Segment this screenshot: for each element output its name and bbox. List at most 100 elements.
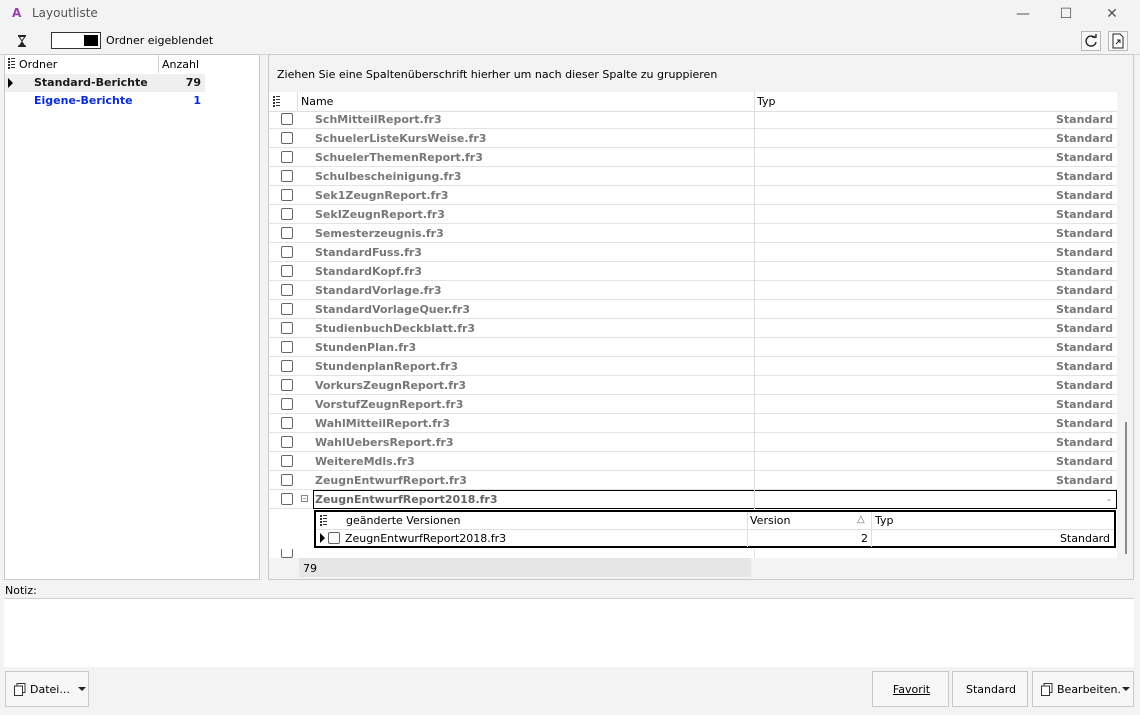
versions-column-header[interactable]: geänderte Versionen — [346, 514, 461, 527]
folder-header: Ordner Anzahl — [5, 55, 205, 73]
row-checkbox[interactable] — [328, 532, 340, 544]
column-chooser-icon[interactable] — [8, 58, 15, 72]
row-checkbox[interactable] — [281, 417, 293, 429]
hourglass-icon — [17, 34, 27, 48]
table-row[interactable]: SekIZeugnReport.fr3 Standard — [269, 205, 1117, 224]
folder-toggle[interactable] — [51, 32, 101, 49]
column-separator — [754, 224, 755, 243]
column-separator — [754, 471, 755, 490]
row-typ: Standard — [1055, 360, 1113, 373]
vertical-scrollbar[interactable] — [1122, 92, 1130, 554]
layout-grid-panel: Ziehen Sie eine Spaltenüberschrift hierh… — [268, 54, 1134, 580]
row-checkbox[interactable] — [281, 151, 293, 163]
row-checkbox[interactable] — [281, 170, 293, 182]
refresh-button[interactable] — [1081, 31, 1101, 51]
table-row[interactable]: WeitereMdls.fr3 Standard — [269, 452, 1117, 471]
row-checkbox[interactable] — [281, 322, 293, 334]
row-checkbox[interactable] — [281, 132, 293, 144]
folder-column-header[interactable]: Ordner — [19, 58, 57, 71]
column-chooser-icon[interactable] — [273, 96, 280, 110]
folder-name: Eigene-Berichte — [34, 94, 133, 107]
row-checkbox[interactable] — [281, 189, 293, 201]
row-name: StandardKopf.fr3 — [315, 265, 423, 278]
row-typ: Standard — [1055, 170, 1113, 183]
column-separator — [754, 243, 755, 262]
table-row[interactable]: WahlMitteilReport.fr3 Standard — [269, 414, 1117, 433]
bearbeiten-button[interactable]: Bearbeiten. — [1032, 671, 1134, 707]
scrollbar-thumb[interactable] — [1125, 422, 1127, 554]
bearbeiten-label: Bearbeiten. — [1057, 683, 1121, 696]
row-name: Semesterzeugnis.fr3 — [315, 227, 444, 240]
row-checkbox[interactable] — [281, 379, 293, 391]
close-button[interactable]: ✕ — [1089, 0, 1135, 28]
row-checkbox[interactable] — [281, 398, 293, 410]
row-typ: Standard — [1055, 379, 1113, 392]
maximize-button[interactable]: ☐ — [1043, 0, 1089, 28]
row-name: WeitereMdls.fr3 — [315, 455, 415, 468]
folder-row-standard[interactable]: Standard-Berichte 79 — [5, 74, 205, 92]
row-name: WahlMitteilReport.fr3 — [315, 417, 451, 430]
table-row[interactable]: StundenplanReport.fr3 Standard — [269, 357, 1117, 376]
row-checkbox[interactable] — [281, 113, 293, 125]
export-button[interactable] — [1108, 31, 1128, 51]
row-checkbox[interactable] — [281, 549, 293, 558]
favorit-button[interactable]: Favorit — [872, 671, 949, 707]
table-row[interactable]: WahlUebersReport.fr3 Standard — [269, 433, 1117, 452]
datei-label: Datei... — [30, 683, 70, 696]
row-checkbox[interactable] — [281, 227, 293, 239]
table-row[interactable]: SchuelerThemenReport.fr3 Standard — [269, 148, 1117, 167]
row-indicator-icon — [320, 533, 325, 543]
collapse-icon[interactable]: – — [301, 495, 308, 503]
table-row[interactable]: Sek1ZeugnReport.fr3 Standard — [269, 186, 1117, 205]
standard-button[interactable]: Standard — [952, 671, 1028, 707]
favorit-label: Favorit — [892, 683, 931, 696]
table-row[interactable]: StandardVorlage.fr3 Standard — [269, 281, 1117, 300]
table-row[interactable]: StandardKopf.fr3 Standard — [269, 262, 1117, 281]
row-checkbox[interactable] — [281, 455, 293, 467]
count-column-header[interactable]: Anzahl — [162, 58, 199, 71]
version-column-header[interactable]: Version — [750, 514, 790, 527]
datei-button[interactable]: Datei... — [5, 671, 89, 707]
table-row-expanded[interactable]: – ZeugnEntwurfReport2018.fr3 - — [269, 490, 1117, 509]
column-chooser-icon[interactable] — [320, 515, 327, 529]
folder-row-eigene[interactable]: Eigene-Berichte 1 — [5, 92, 205, 110]
row-checkbox[interactable] — [281, 265, 293, 277]
notiz-textarea[interactable] — [4, 598, 1134, 667]
row-checkbox[interactable] — [281, 360, 293, 372]
row-checkbox[interactable] — [281, 284, 293, 296]
table-row[interactable]: Schulbescheinigung.fr3 Standard — [269, 167, 1117, 186]
row-typ: Standard — [1055, 227, 1113, 240]
typ-column-header[interactable]: Typ — [757, 95, 776, 108]
column-separator — [754, 490, 755, 509]
detail-row[interactable]: ZeugnEntwurfReport2018.fr3 2 Standard — [316, 529, 1114, 547]
row-checkbox[interactable] — [281, 341, 293, 353]
table-row-partial[interactable] — [269, 549, 1117, 558]
table-row[interactable]: Semesterzeugnis.fr3 Standard — [269, 224, 1117, 243]
table-row[interactable]: StundenPlan.fr3 Standard — [269, 338, 1117, 357]
folder-count: 79 — [185, 76, 201, 89]
group-by-hint[interactable]: Ziehen Sie eine Spaltenüberschrift hierh… — [277, 68, 717, 81]
row-name: StundenplanReport.fr3 — [315, 360, 458, 373]
table-row[interactable]: ZeugnEntwurfReport.fr3 Standard — [269, 471, 1117, 490]
grid-header: Name Typ — [269, 92, 1117, 112]
table-row[interactable]: StandardFuss.fr3 Standard — [269, 243, 1117, 262]
row-checkbox[interactable] — [281, 303, 293, 315]
header-divider — [158, 55, 159, 73]
column-separator — [754, 300, 755, 319]
row-typ: Standard — [1055, 246, 1113, 259]
table-row[interactable]: SchuelerListeKursWeise.fr3 Standard — [269, 129, 1117, 148]
table-row[interactable]: SchMitteilReport.fr3 Standard — [269, 110, 1117, 129]
table-row[interactable]: VorkursZeugnReport.fr3 Standard — [269, 376, 1117, 395]
table-row[interactable]: VorstufZeugnReport.fr3 Standard — [269, 395, 1117, 414]
row-checkbox[interactable] — [281, 246, 293, 258]
row-checkbox[interactable] — [281, 493, 293, 505]
row-checkbox[interactable] — [281, 474, 293, 486]
table-row[interactable]: StudienbuchDeckblatt.fr3 Standard — [269, 319, 1117, 338]
table-row[interactable]: StandardVorlageQuer.fr3 Standard — [269, 300, 1117, 319]
name-column-header[interactable]: Name — [301, 95, 333, 108]
minimize-button[interactable]: — — [1000, 0, 1046, 28]
column-separator — [754, 186, 755, 205]
row-checkbox[interactable] — [281, 208, 293, 220]
detail-typ-column-header[interactable]: Typ — [875, 514, 894, 527]
row-checkbox[interactable] — [281, 436, 293, 448]
